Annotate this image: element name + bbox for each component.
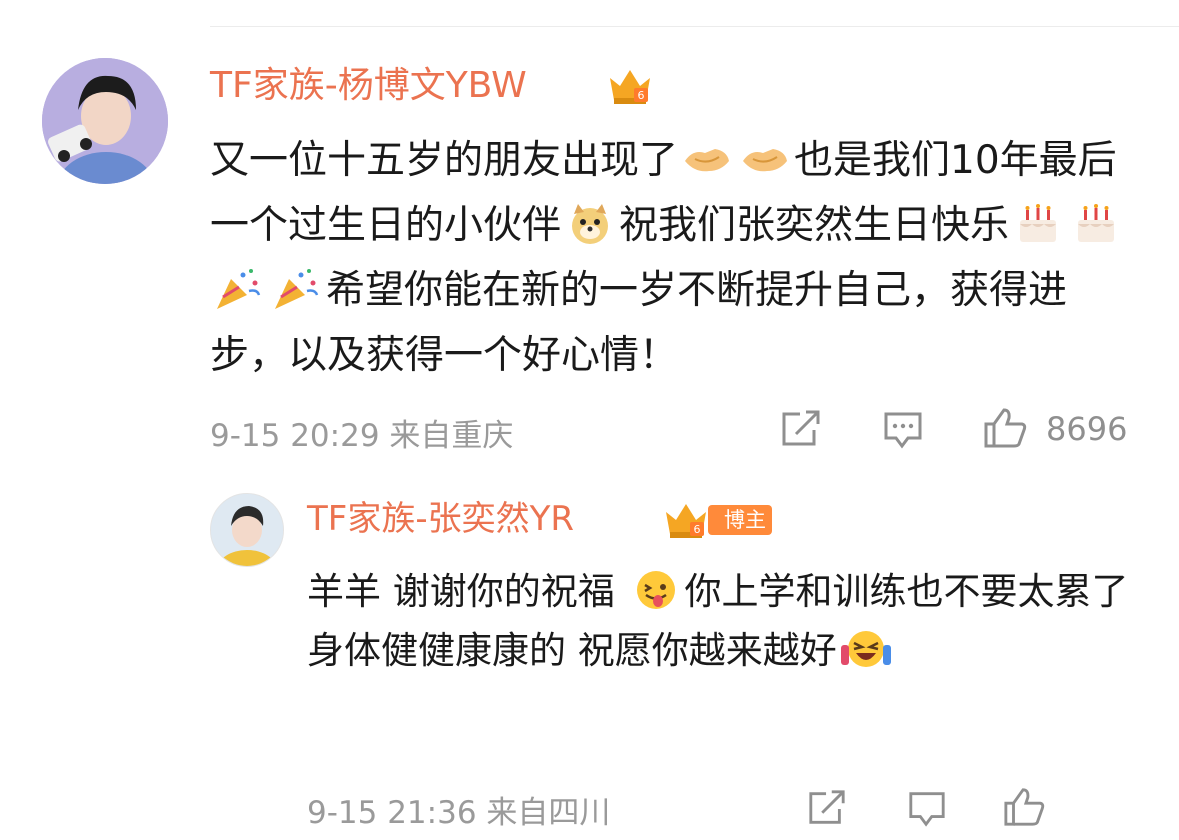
doge-emoji-icon <box>564 202 616 246</box>
crown-badge-icon: 6 <box>610 70 650 104</box>
reply-like-thumb-icon[interactable] <box>1002 786 1046 828</box>
reply-meta: 9-15 21:36 来自四川 <box>307 787 610 832</box>
svg-text:6: 6 <box>638 89 645 102</box>
reply-avatar[interactable] <box>210 493 284 567</box>
comment-meta: 9-15 20:29 来自重庆 <box>210 410 513 455</box>
crown-badge-icon: 6 <box>666 504 706 538</box>
comment-location: 来自重庆 <box>389 418 514 454</box>
like-thumb-icon[interactable] <box>982 406 1028 450</box>
reply-text: 羊羊 谢谢你的祝福 你上学和训练也不要太累了 身体健健康康的 祝愿你越来越好 <box>307 568 1129 672</box>
reply-username[interactable]: TF家族-张奕然YR <box>307 502 574 536</box>
reply-location: 来自四川 <box>486 795 611 831</box>
cake-emoji-icon <box>1012 202 1064 246</box>
laughing-tears-emoji-icon <box>840 627 892 671</box>
reply-share-icon[interactable] <box>806 788 848 828</box>
reply-time: 9-15 21:36 <box>307 795 477 831</box>
handshake-emoji-icon <box>739 137 791 181</box>
comment-time: 9-15 20:29 <box>210 418 380 454</box>
like-count: 8696 <box>1046 410 1128 448</box>
party-popper-emoji-icon <box>271 267 323 311</box>
tongue-out-emoji-icon <box>630 568 682 612</box>
reply-comment-icon[interactable] <box>906 788 948 828</box>
cake-emoji-icon <box>1070 202 1122 246</box>
party-popper-emoji-icon <box>213 267 265 311</box>
avatar[interactable] <box>42 58 168 184</box>
comment-username[interactable]: TF家族-杨博文YBW <box>210 68 527 104</box>
handshake-emoji-icon <box>681 137 733 181</box>
comment-icon[interactable] <box>882 408 924 450</box>
svg-text:6: 6 <box>694 523 701 536</box>
top-divider <box>210 26 1179 27</box>
share-icon[interactable] <box>780 408 822 450</box>
blogger-badge: 博主 <box>708 505 772 535</box>
comment-text: 又一位十五岁的朋友出现了 也是我们10年最后一个过生日的小伙伴 祝我们张奕然生日快乐… <box>210 128 1140 388</box>
